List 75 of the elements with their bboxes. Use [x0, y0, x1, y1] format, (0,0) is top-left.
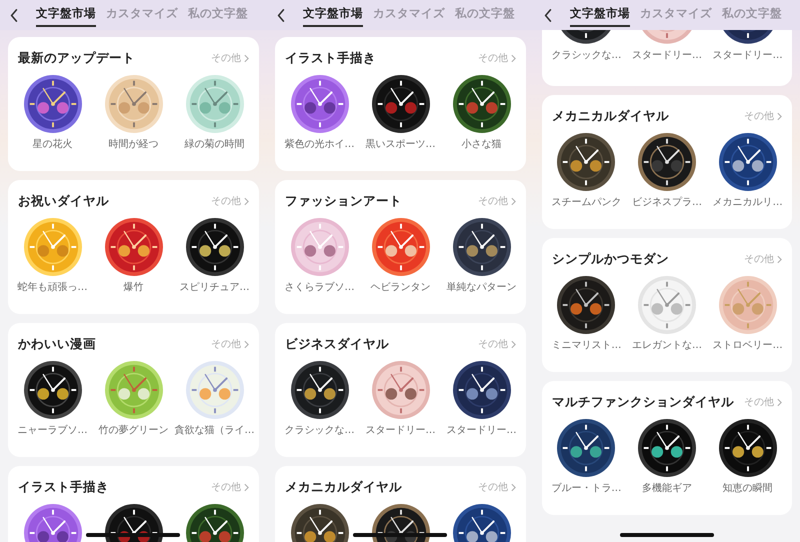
face-name: スタードリー…: [366, 424, 436, 438]
more-link[interactable]: その他: [211, 194, 249, 208]
face-name: 小さな猫: [462, 138, 502, 152]
face-name: ストロベリー…: [712, 339, 783, 353]
face-name: エレガントな…: [632, 339, 702, 353]
chevron-right-icon: [777, 112, 782, 120]
more-link[interactable]: その他: [478, 51, 516, 65]
face-name: ミニマリスト…: [551, 339, 622, 353]
face-name: ブルー・トラ…: [551, 482, 622, 496]
tab[interactable]: カスタマイズ: [373, 3, 445, 27]
section-title: マルチファンクションダイヤル: [552, 394, 734, 410]
section-title: ビジネスダイヤル: [285, 336, 389, 352]
more-link[interactable]: その他: [478, 480, 516, 494]
chevron-right-icon: [777, 398, 782, 406]
face-name: スチームパンク: [551, 196, 622, 210]
chevron-right-icon: [244, 54, 249, 62]
face-name: 時間が経つ: [108, 138, 158, 152]
face-name: ニャーラブソ…: [18, 424, 88, 438]
section-title: ファッションアート: [285, 192, 402, 210]
face-name: スタードリー…: [632, 49, 702, 63]
face-name: 多機能ギア: [642, 482, 692, 496]
section-title: 最新のアップデート: [18, 50, 135, 66]
chevron-right-icon: [511, 54, 516, 62]
tab[interactable]: 文字盤市場: [36, 3, 96, 27]
more-link[interactable]: その他: [744, 109, 782, 123]
face-name: ヘビランタン: [370, 281, 430, 295]
face-name: 紫色の光ホイ…: [284, 138, 354, 152]
face-name: メカニカルリ…: [712, 196, 783, 210]
section-title: かわいい漫画: [18, 336, 96, 352]
more-link[interactable]: その他: [478, 337, 516, 351]
more-link[interactable]: その他: [211, 51, 249, 65]
tab[interactable]: カスタマイズ: [640, 3, 712, 27]
more-link[interactable]: その他: [744, 395, 782, 409]
section-title: シンプルかつモダン: [552, 250, 669, 268]
more-link[interactable]: その他: [211, 480, 249, 494]
face-name: スタードリー…: [446, 424, 516, 438]
back-icon[interactable]: [10, 8, 18, 22]
more-link[interactable]: その他: [478, 194, 516, 208]
face-name: 貪欲な猫（ライ…: [174, 424, 254, 438]
more-link[interactable]: その他: [744, 252, 782, 266]
section-title: メカニカルダイヤル: [552, 108, 669, 124]
face-name: クラシックな…: [284, 424, 354, 438]
tab[interactable]: 文字盤市場: [303, 3, 363, 27]
chevron-right-icon: [511, 196, 516, 206]
chevron-right-icon: [244, 340, 249, 348]
face-name: 蛇年も頑張っ…: [18, 281, 88, 295]
back-icon[interactable]: [277, 8, 285, 22]
face-name: スピリチュア…: [180, 281, 250, 295]
chevron-right-icon: [777, 254, 782, 264]
face-name: 竹の夢グリーン: [98, 424, 168, 438]
section-title: イラスト手描き: [18, 478, 109, 496]
section-title: お祝いダイヤル: [18, 192, 109, 210]
face-name: さくらラブソ…: [284, 281, 354, 295]
chevron-right-icon: [511, 340, 516, 348]
face-name: 知恵の瞬間: [722, 482, 773, 496]
tab[interactable]: 私の文字盤: [455, 3, 515, 27]
more-link[interactable]: その他: [211, 337, 249, 351]
face-name: スタードリー…: [712, 49, 783, 63]
chevron-right-icon: [244, 482, 249, 492]
face-name: クラシックな…: [551, 49, 622, 63]
tab[interactable]: 私の文字盤: [188, 3, 248, 27]
face-name: 緑の菊の時間: [184, 138, 244, 152]
section-title: メカニカルダイヤル: [285, 478, 402, 496]
face-name: 黒いスポーツ…: [366, 138, 436, 152]
tab[interactable]: 私の文字盤: [722, 3, 782, 27]
chevron-right-icon: [244, 196, 249, 206]
section-title: イラスト手描き: [285, 50, 376, 66]
tab[interactable]: 文字盤市場: [570, 3, 630, 27]
face-name: 爆竹: [124, 281, 144, 295]
face-name: ビジネスプラ…: [632, 196, 702, 210]
tab[interactable]: カスタマイズ: [106, 3, 178, 27]
back-icon[interactable]: [544, 8, 552, 22]
chevron-right-icon: [511, 482, 516, 492]
face-name: 単純なパターン: [446, 281, 516, 295]
face-name: 星の花火: [32, 138, 72, 152]
